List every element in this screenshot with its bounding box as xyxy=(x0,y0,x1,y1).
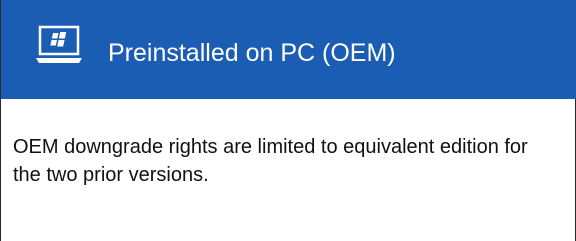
oem-info-card: Preinstalled on PC (OEM) OEM downgrade r… xyxy=(0,0,576,241)
laptop-windows-icon xyxy=(35,25,83,65)
card-description: OEM downgrade rights are limited to equi… xyxy=(13,136,528,186)
card-header: Preinstalled on PC (OEM) xyxy=(1,0,576,99)
card-title: Preinstalled on PC (OEM) xyxy=(108,39,396,67)
